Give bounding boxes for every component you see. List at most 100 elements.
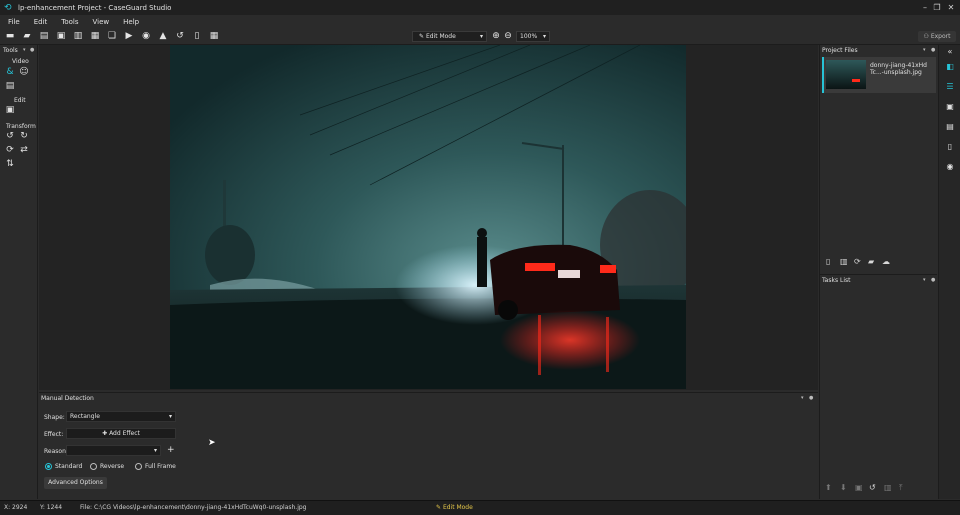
shape-select[interactable]: Rectangle ▾ (66, 411, 176, 422)
pin-icon[interactable]: ● (30, 47, 34, 53)
mode-select[interactable]: ✎ Edit Mode ▾ (412, 31, 487, 42)
open-folder-icon[interactable]: ▰ (22, 31, 32, 41)
calendar-icon[interactable]: ▦ (209, 31, 219, 41)
edit-mode-icon: ✎ (419, 33, 426, 40)
menu-tools[interactable]: Tools (61, 18, 78, 26)
chevron-down-icon: ▾ (542, 33, 546, 40)
status-mode: ✎ Edit Mode (436, 504, 473, 511)
status-mode-label: Edit Mode (442, 504, 473, 511)
project-file-item[interactable]: donny-jiang-41xHdTc...-unsplash.jpg (822, 57, 936, 93)
copy-icon[interactable]: ❏ (107, 31, 117, 41)
media-icon[interactable]: ▣ (945, 102, 955, 112)
pin-icon[interactable]: ● (809, 395, 813, 401)
close-icon[interactable]: ✕ (942, 0, 960, 15)
document-icon[interactable]: ▯ (192, 31, 202, 41)
eye-icon[interactable]: ◉ (945, 162, 955, 172)
canvas-area[interactable] (39, 45, 818, 390)
tasks-list-panel: Tasks List ▾ ● ⬆ ⬇ ▣ ↺ ▥ ⤒ (819, 274, 937, 499)
flip-horizontal-icon[interactable]: ⇄ (19, 145, 29, 155)
rotate-180-icon[interactable]: ⟳ (5, 145, 15, 155)
import-file-icon[interactable]: ▤ (39, 31, 49, 41)
file-name: donny-jiang-41xHdTc...-unsplash.jpg (870, 62, 927, 76)
chevron-down-icon: ▾ (479, 33, 483, 40)
task-list-icon[interactable]: ☰ (945, 82, 955, 92)
rotate-left-icon[interactable]: ↺ (5, 131, 15, 141)
trash-icon[interactable]: ▥ (884, 483, 892, 492)
move-up-icon[interactable]: ⬆ (825, 483, 832, 492)
section-transform: Transform (6, 123, 36, 130)
flip-vertical-icon[interactable]: ⇅ (5, 159, 15, 169)
section-edit: Edit (14, 97, 26, 104)
new-project-icon[interactable]: ▬ (5, 31, 15, 41)
tasks-list-title: Tasks List (822, 277, 851, 284)
status-y-coordinate: Y: 1244 (40, 504, 63, 511)
radio-reverse-label: Reverse (100, 463, 125, 470)
zoom-out-icon[interactable]: ⊖ (503, 31, 513, 41)
add-effect-button[interactable]: ✚ Add Effect (66, 428, 176, 439)
tools-panel-title: Tools (3, 47, 18, 54)
panel-menu-icon[interactable]: ▾ (923, 277, 926, 283)
rotate-right-icon[interactable]: ↻ (19, 131, 29, 141)
radio-standard[interactable] (45, 463, 52, 470)
history-icon[interactable]: ↺ (869, 483, 876, 492)
section-video: Video (12, 58, 29, 65)
panel-menu-icon[interactable]: ▾ (923, 47, 926, 53)
layers-icon[interactable]: ◧ (945, 62, 955, 72)
move-down-icon[interactable]: ⬇ (840, 483, 847, 492)
status-bar: X: 2924 Y: 1244 File: C:\CG Videos\lp-en… (0, 500, 960, 515)
manual-detection-title: Manual Detection (41, 395, 94, 402)
new-file-icon[interactable]: ▯ (826, 257, 830, 266)
crop-frame-icon[interactable]: ▣ (5, 105, 15, 115)
title-bar: ⟲ lp-enhancement Project - CaseGuard Stu… (0, 0, 960, 15)
shape-label: Shape: (44, 414, 65, 421)
export-button[interactable]: ⚇ Export (918, 31, 956, 42)
folder-icon[interactable]: ▰ (868, 257, 874, 266)
thumbnail-taillight (852, 79, 860, 82)
tools-panel: Tools ▾ ● Video & ☺ ▤ Edit ▣ Transform ↺… (0, 45, 38, 499)
chevron-down-icon: ▾ (168, 413, 172, 420)
youtube-icon[interactable]: ▶ (124, 31, 134, 41)
project-files-panel: Project Files ▾ ● donny-jiang-41xHdTc...… (819, 45, 937, 274)
save-task-icon[interactable]: ▣ (855, 483, 863, 492)
pin-icon[interactable]: ● (931, 47, 935, 53)
menu-file[interactable]: File (8, 18, 20, 26)
menu-edit[interactable]: Edit (34, 18, 48, 26)
advanced-options-button[interactable]: Advanced Options (44, 477, 107, 489)
trash-icon[interactable]: ▥ (840, 257, 848, 266)
pin-icon[interactable]: ● (931, 277, 935, 283)
print-icon[interactable]: ▥ (73, 31, 83, 41)
radio-reverse[interactable] (90, 463, 97, 470)
tracking-tool-icon[interactable]: & (5, 67, 15, 77)
zoom-in-icon[interactable]: ⊕ (491, 31, 501, 41)
right-icon-rail: « ◧ ☰ ▣ ▤ ▯ ◉ (938, 45, 960, 499)
radio-full-frame[interactable] (135, 463, 142, 470)
file-thumbnail (826, 60, 866, 89)
record-icon[interactable]: ◉ (141, 31, 151, 41)
status-file-path: File: C:\CG Videos\lp-enhancement\donny-… (80, 504, 307, 511)
export-label: Export (930, 33, 951, 40)
reason-select[interactable]: ▾ (66, 445, 161, 456)
window-title: lp-enhancement Project - CaseGuard Studi… (18, 3, 172, 12)
redact-icon[interactable]: ▤ (945, 122, 955, 132)
warning-icon[interactable]: ▲ (158, 31, 168, 41)
history-icon[interactable]: ↺ (175, 31, 185, 41)
reason-label: Reason: (44, 448, 68, 455)
cloud-icon[interactable]: ☁ (882, 257, 890, 266)
zoom-select[interactable]: 100% ▾ (516, 31, 550, 42)
upload-icon[interactable]: ⤒ (899, 483, 903, 493)
save-icon[interactable]: ▣ (56, 31, 66, 41)
collapse-panels-icon[interactable]: « (945, 47, 955, 57)
report-icon[interactable]: ▯ (945, 142, 955, 152)
add-reason-icon[interactable]: + (167, 446, 175, 455)
refresh-icon[interactable]: ⟳ (854, 257, 861, 266)
menu-view[interactable]: View (93, 18, 110, 26)
film-icon[interactable]: ▤ (5, 81, 15, 91)
panel-menu-icon[interactable]: ▾ (801, 395, 804, 401)
face-detect-icon[interactable]: ☺ (19, 67, 29, 77)
menu-bar: File Edit Tools View Help (0, 15, 960, 28)
menu-help[interactable]: Help (123, 18, 139, 26)
export-frames-icon[interactable]: ▦ (90, 31, 100, 41)
panel-menu-icon[interactable]: ▾ (23, 47, 26, 53)
image-preview[interactable] (170, 45, 686, 389)
effect-label: Effect: (44, 431, 64, 438)
